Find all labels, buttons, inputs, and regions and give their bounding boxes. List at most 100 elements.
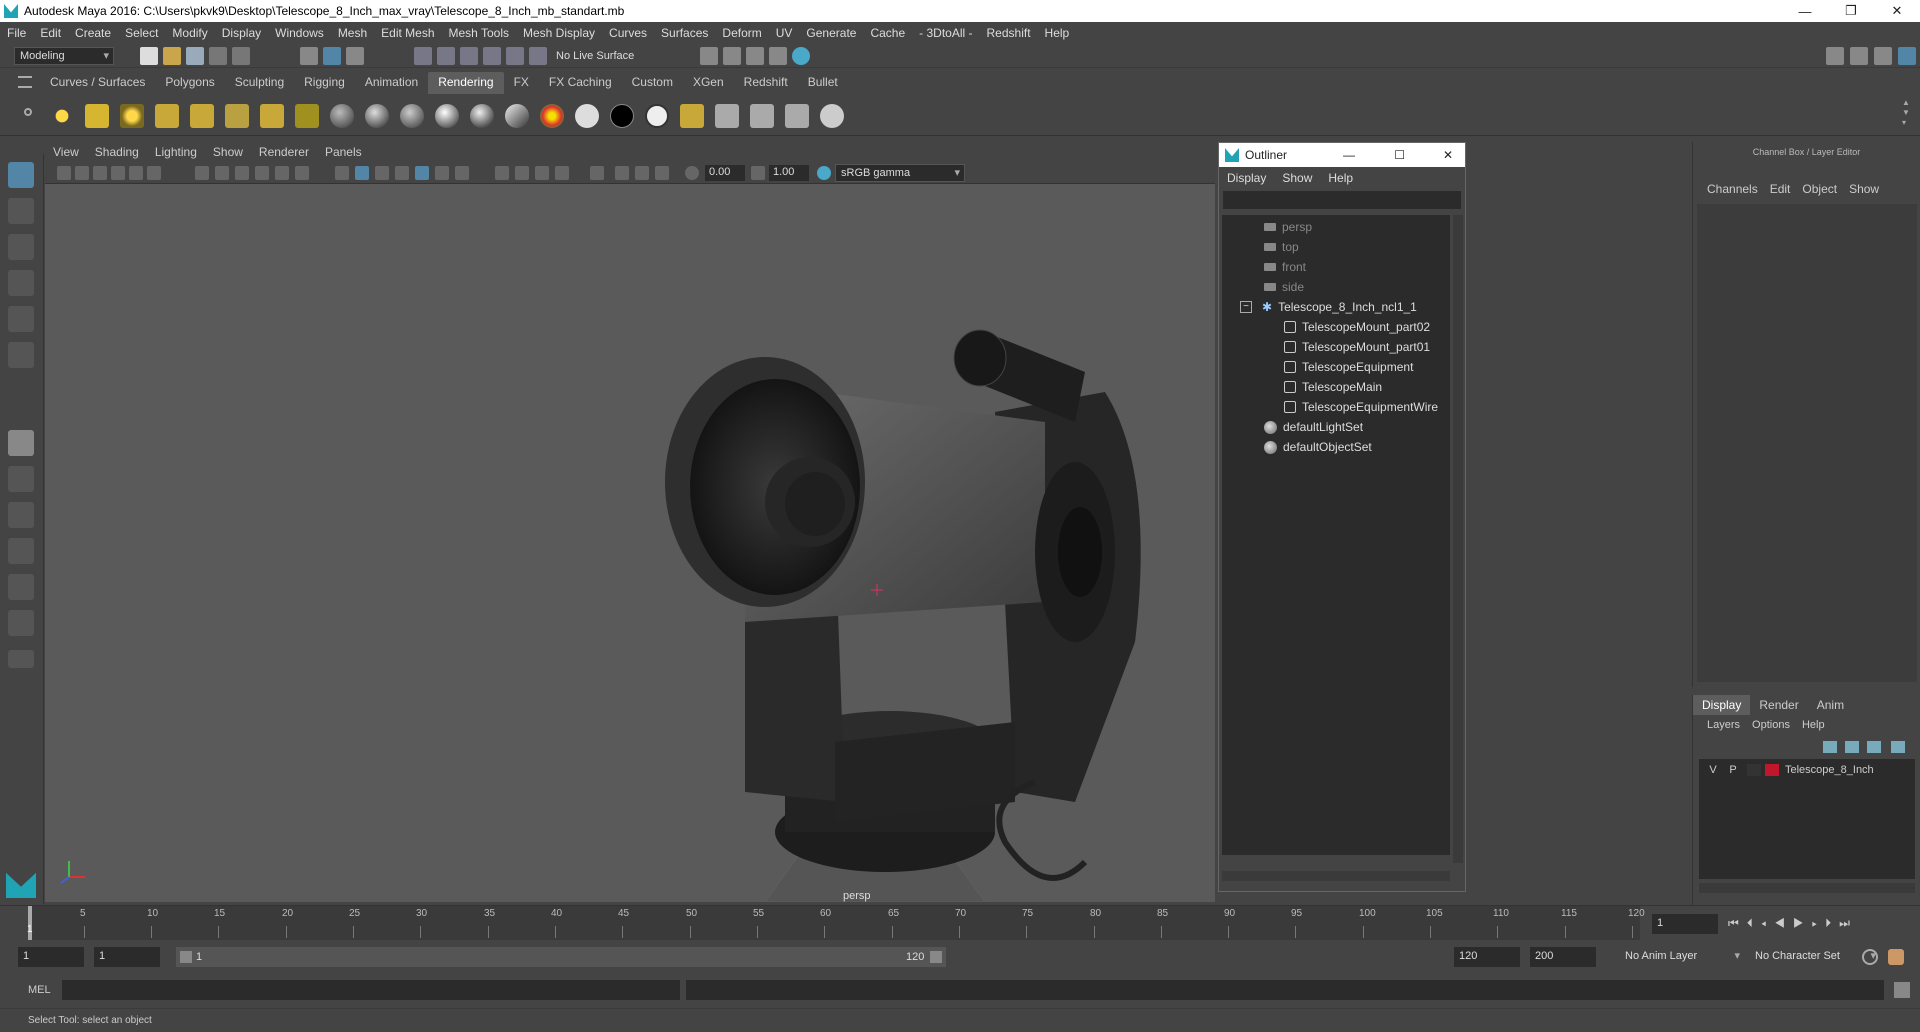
select-camera-icon[interactable] xyxy=(57,166,71,180)
grease-pencil-icon[interactable] xyxy=(147,166,161,180)
new-layer-selected-icon[interactable] xyxy=(1891,741,1905,753)
anti-aliasing-icon[interactable] xyxy=(535,166,549,180)
outliner-minimize-icon[interactable]: — xyxy=(1343,148,1355,162)
menu-curves[interactable]: Curves xyxy=(602,26,654,40)
outliner-item[interactable]: TelescopeEquipmentWire xyxy=(1284,397,1438,417)
outliner-item[interactable]: TelescopeMount_part02 xyxy=(1284,317,1430,337)
exposure-icon[interactable] xyxy=(685,166,699,180)
safe-action-icon[interactable] xyxy=(295,166,309,180)
menu-windows[interactable]: Windows xyxy=(268,26,331,40)
directional-light-icon[interactable] xyxy=(85,104,109,128)
four-view-layout-icon[interactable] xyxy=(8,466,34,492)
new-layer-icon[interactable] xyxy=(1867,741,1881,753)
menu-create[interactable]: Create xyxy=(68,26,118,40)
outliner-vertical-scrollbar[interactable] xyxy=(1453,215,1463,863)
tab-xgen[interactable]: XGen xyxy=(683,72,734,94)
tab-bullet[interactable]: Bullet xyxy=(798,72,848,94)
point-light-icon[interactable] xyxy=(120,104,144,128)
menu-uv[interactable]: UV xyxy=(769,26,800,40)
play-forward-icon[interactable]: ▶ xyxy=(1793,916,1812,930)
menu-file[interactable]: File xyxy=(0,26,33,40)
outliner-item[interactable]: TelescopeEquipment xyxy=(1284,357,1413,377)
render-view-icon[interactable] xyxy=(792,47,810,65)
move-layer-down-icon[interactable] xyxy=(1845,741,1859,753)
scene-start-field[interactable]: 1 xyxy=(18,947,84,967)
step-back-frame-icon[interactable]: ◂ xyxy=(1761,916,1774,930)
go-to-start-icon[interactable]: ⏮ xyxy=(1728,916,1747,930)
render-current-frame-icon[interactable] xyxy=(700,47,718,65)
menu-mesh-display[interactable]: Mesh Display xyxy=(516,26,602,40)
viewport-menu-panels[interactable]: Panels xyxy=(317,145,370,159)
exposure-field[interactable]: 0.00 xyxy=(705,165,745,181)
live-surface-label[interactable]: No Live Surface xyxy=(556,50,634,62)
color-space-dropdown[interactable]: sRGB gamma xyxy=(835,164,965,182)
play-backward-icon[interactable]: ◀ xyxy=(1774,916,1793,930)
lambert-icon[interactable] xyxy=(330,104,354,128)
render-target-icon[interactable] xyxy=(820,104,844,128)
close-button[interactable]: ✕ xyxy=(1874,0,1920,22)
select-object-icon[interactable] xyxy=(323,47,341,65)
layer-tab-anim[interactable]: Anim xyxy=(1808,695,1853,715)
channel-box-toggle-icon[interactable] xyxy=(1898,47,1916,65)
animation-preferences-icon[interactable] xyxy=(1888,949,1904,965)
isolate-select-icon[interactable] xyxy=(590,166,604,180)
move-layer-up-icon[interactable] xyxy=(1823,741,1837,753)
outliner-item[interactable]: defaultObjectSet xyxy=(1264,437,1372,457)
paint-select-tool-icon[interactable] xyxy=(8,234,34,260)
menu-modify[interactable]: Modify xyxy=(165,26,214,40)
shelf-scroll-icon[interactable]: ▲ ▼ ▾ xyxy=(1902,98,1912,130)
layer-row[interactable]: V P Telescope_8_Inch xyxy=(1703,761,1911,779)
layered-shader-icon[interactable] xyxy=(505,104,529,128)
auto-key-icon[interactable] xyxy=(1862,949,1878,965)
minimize-button[interactable]: — xyxy=(1782,0,1828,22)
layer-tab-render[interactable]: Render xyxy=(1750,695,1807,715)
tab-animation[interactable]: Animation xyxy=(355,72,428,94)
outliner-item[interactable]: side xyxy=(1264,277,1304,297)
outliner-item[interactable]: persp xyxy=(1264,217,1312,237)
outliner-item[interactable]: front xyxy=(1264,257,1306,277)
scale-tool-icon[interactable] xyxy=(8,342,34,368)
tab-fx[interactable]: FX xyxy=(504,72,539,94)
tab-sculpting[interactable]: Sculpting xyxy=(225,72,294,94)
outliner-persp-layout-icon[interactable] xyxy=(8,610,34,636)
save-scene-icon[interactable] xyxy=(186,47,204,65)
surface-shader-icon[interactable] xyxy=(575,104,599,128)
layer-color-swatch[interactable] xyxy=(1765,764,1779,776)
range-slider[interactable]: 1 120 xyxy=(176,947,946,967)
ambient-occlusion-icon[interactable] xyxy=(495,166,509,180)
color-management-icon[interactable] xyxy=(817,166,831,180)
move-tool-icon[interactable] xyxy=(8,270,34,296)
command-language-label[interactable]: MEL xyxy=(28,984,51,996)
outliner-search-field[interactable] xyxy=(1223,191,1461,209)
gate-mask-icon[interactable] xyxy=(255,166,269,180)
resolution-gate-icon[interactable] xyxy=(235,166,249,180)
depth-of-field-icon[interactable] xyxy=(555,166,569,180)
playback-end-field[interactable]: 120 xyxy=(1454,947,1520,967)
texture-icon[interactable] xyxy=(680,104,704,128)
select-hierarchy-icon[interactable] xyxy=(300,47,318,65)
anim-layer-dropdown[interactable]: No Anim Layer xyxy=(1620,948,1744,966)
menu-deform[interactable]: Deform xyxy=(715,26,768,40)
outliner-item[interactable]: top xyxy=(1264,237,1299,257)
script-editor-icon[interactable] xyxy=(1894,982,1910,998)
use-all-lights-icon[interactable] xyxy=(415,166,429,180)
channel-edit-menu[interactable]: Edit xyxy=(1764,182,1797,196)
blinn-icon[interactable] xyxy=(365,104,389,128)
custom-layout-icon[interactable] xyxy=(8,650,34,668)
layer-name[interactable]: Telescope_8_Inch xyxy=(1785,764,1874,776)
smooth-shade-icon[interactable] xyxy=(355,166,369,180)
tab-rendering[interactable]: Rendering xyxy=(428,72,504,94)
area-light-icon[interactable] xyxy=(190,104,214,128)
viewport-menu-view[interactable]: View xyxy=(45,145,87,159)
shelf-gear-icon[interactable] xyxy=(24,108,32,116)
frame-all-icon[interactable] xyxy=(615,166,629,180)
range-end-handle[interactable] xyxy=(930,951,942,963)
character-set-dropdown[interactable]: No Character Set xyxy=(1750,948,1880,966)
channel-object-menu[interactable]: Object xyxy=(1796,182,1843,196)
snap-surface-icon[interactable] xyxy=(506,47,524,65)
viewport-menu-show[interactable]: Show xyxy=(205,145,251,159)
go-to-end-icon[interactable]: ⏭ xyxy=(1839,916,1858,930)
snap-point-icon[interactable] xyxy=(460,47,478,65)
layer-options-menu[interactable]: Options xyxy=(1746,719,1796,731)
menu-surfaces[interactable]: Surfaces xyxy=(654,26,715,40)
